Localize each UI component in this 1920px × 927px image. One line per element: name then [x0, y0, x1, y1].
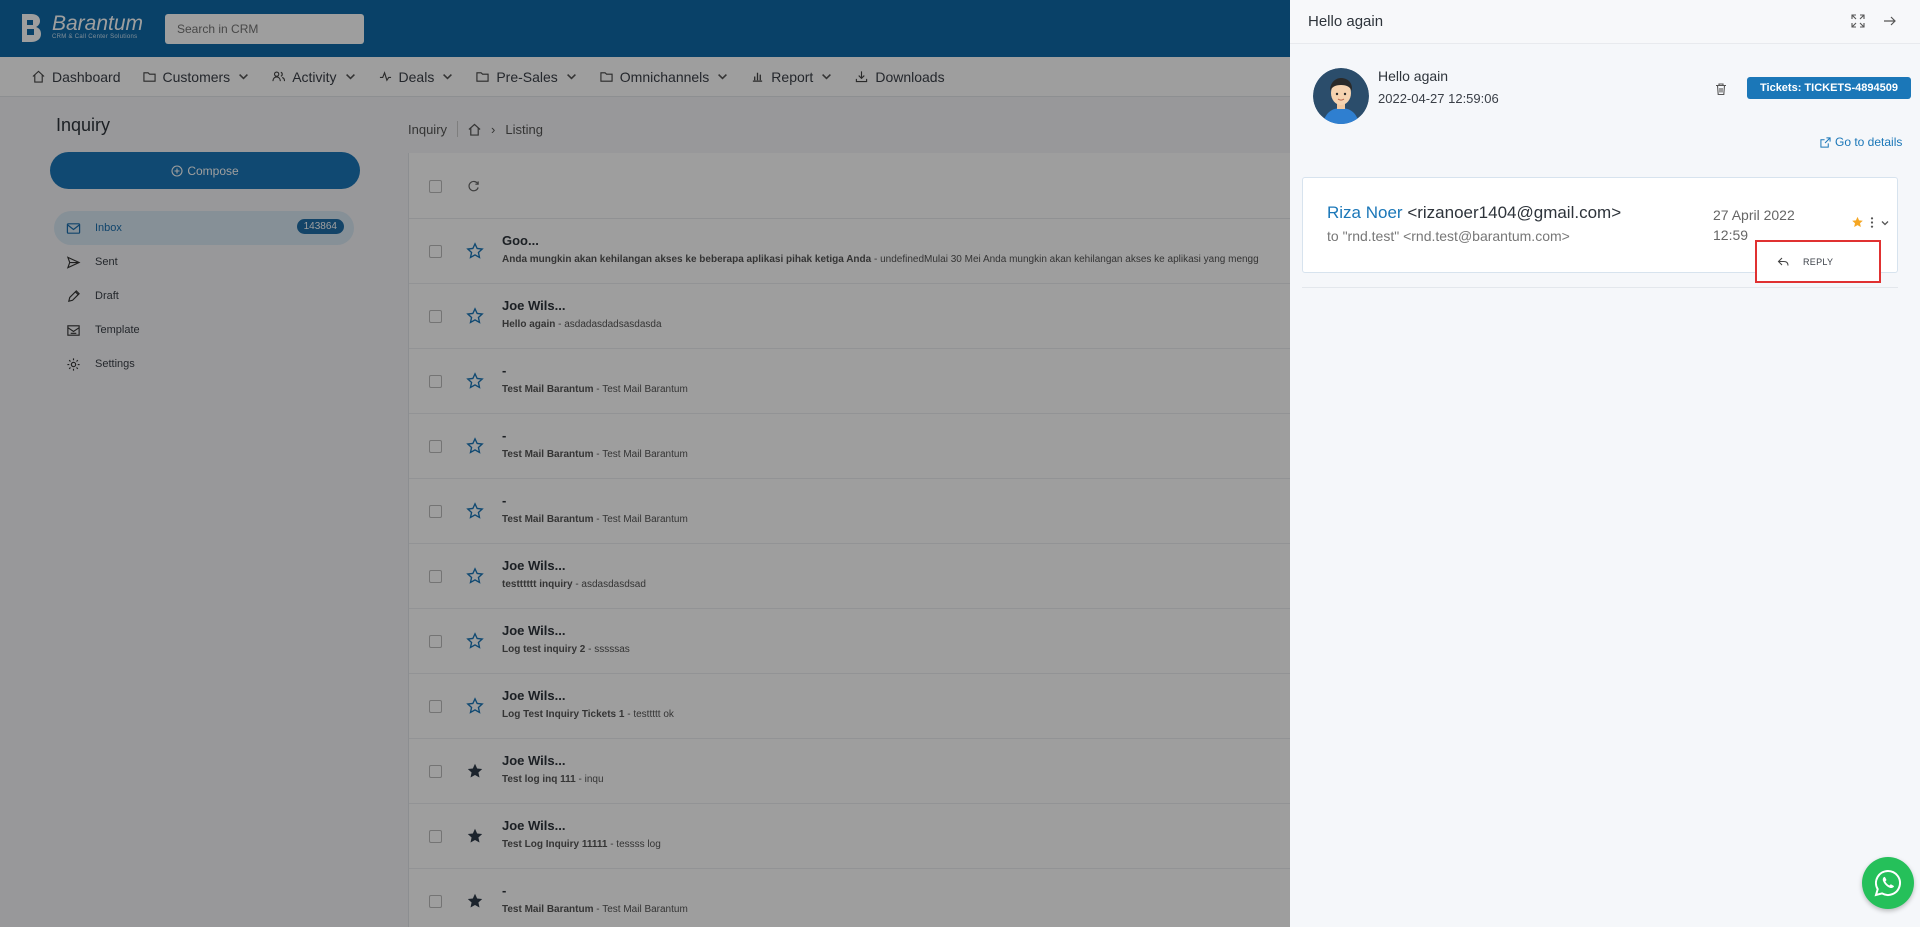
divider: [1302, 287, 1898, 288]
expand-icon[interactable]: [1851, 14, 1865, 28]
go-to-details-label: Go to details: [1835, 135, 1903, 149]
star-filled-icon[interactable]: [1851, 216, 1864, 229]
sender-name[interactable]: Riza Noer: [1327, 203, 1403, 222]
user-avatar-icon: [1313, 68, 1369, 124]
sender-line: Riza Noer <rizanoer1404@gmail.com>: [1327, 203, 1621, 223]
message-date: 27 April 2022 12:59: [1713, 205, 1795, 245]
recipient-line: to "rnd.test" <rnd.test@barantum.com>: [1327, 228, 1570, 244]
trash-icon[interactable]: [1714, 82, 1728, 96]
reply-menu-item[interactable]: REPLY: [1755, 240, 1881, 283]
avatar: [1313, 68, 1369, 124]
whatsapp-button[interactable]: [1862, 857, 1914, 909]
mail-detail-panel: Hello again Hello again 2022-04-27 12:59…: [1290, 0, 1920, 927]
panel-header: Hello again: [1290, 0, 1920, 44]
detail-subject: Hello again: [1378, 68, 1449, 84]
detail-datetime: 2022-04-27 12:59:06: [1378, 91, 1499, 106]
message-date-day: 27 April 2022: [1713, 207, 1795, 223]
panel-body: Hello again 2022-04-27 12:59:06 Tickets:…: [1290, 44, 1920, 927]
reply-icon: [1777, 257, 1789, 266]
external-link-icon: [1820, 136, 1831, 148]
panel-title: Hello again: [1308, 13, 1384, 30]
reply-label: REPLY: [1803, 256, 1834, 267]
chevron-down-icon[interactable]: [1880, 218, 1890, 228]
arrow-right-icon[interactable]: [1883, 14, 1897, 28]
go-to-details-link[interactable]: Go to details: [1820, 135, 1902, 149]
modal-backdrop[interactable]: [0, 0, 1290, 927]
sender-email: <rizanoer1404@gmail.com>: [1402, 203, 1622, 222]
ticket-link-button[interactable]: Tickets: TICKETS-4894509: [1747, 77, 1911, 99]
whatsapp-icon: [1874, 869, 1901, 897]
more-vertical-icon[interactable]: [1869, 216, 1875, 229]
